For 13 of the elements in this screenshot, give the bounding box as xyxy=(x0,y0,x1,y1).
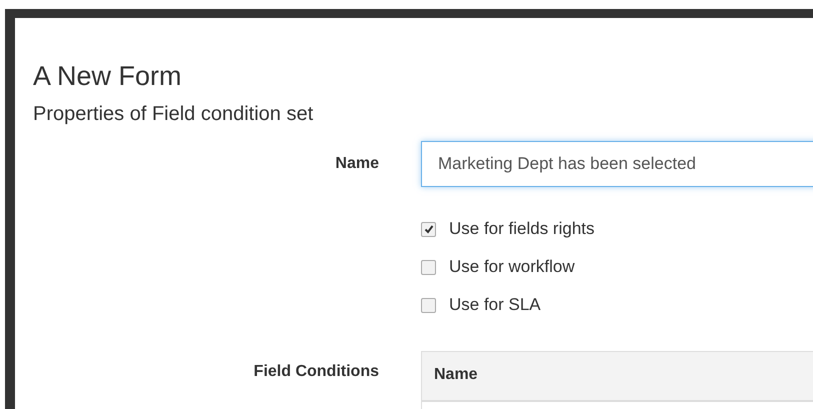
checkbox[interactable] xyxy=(421,298,436,312)
checkbox[interactable] xyxy=(421,222,436,236)
checkbox[interactable] xyxy=(421,260,436,274)
checkbox-option[interactable]: Use for fields rights xyxy=(421,219,813,239)
page-title: A New Form xyxy=(33,60,183,92)
column-header: Name xyxy=(422,352,813,402)
field-label: Field Conditions xyxy=(252,362,379,381)
checkmark-icon xyxy=(424,224,434,234)
checkbox-option[interactable]: Use for SLA xyxy=(421,295,813,315)
section-subtitle: Properties of Field condition set xyxy=(33,102,314,126)
checkbox-option[interactable]: Use for workflow xyxy=(421,257,813,277)
field-label: Name xyxy=(334,155,379,173)
name-input-field[interactable]: Marketing Dept has been selected xyxy=(421,141,813,187)
